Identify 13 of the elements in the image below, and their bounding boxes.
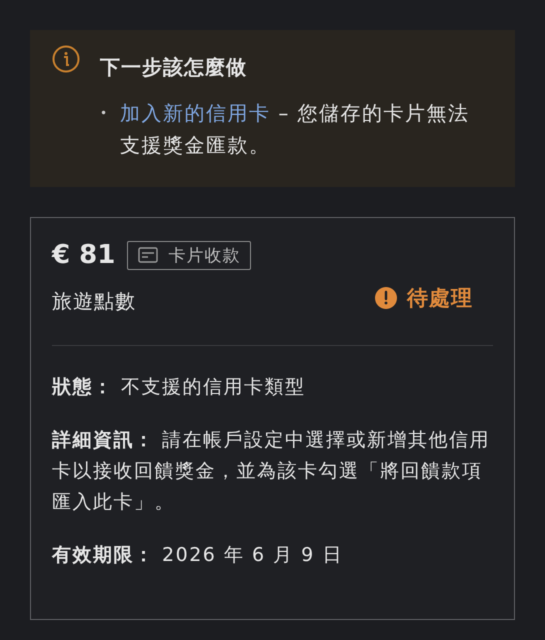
bullet: • bbox=[100, 105, 108, 122]
info-title: 下一步該怎麼做 bbox=[100, 54, 248, 81]
reward-amount: € 81 bbox=[52, 240, 116, 270]
card-icon bbox=[138, 247, 158, 263]
add-card-link[interactable]: 加入新的信用卡 bbox=[120, 101, 270, 125]
reward-name: 旅遊點數 bbox=[52, 288, 137, 315]
detail-text: 狀態： 不支援的信用卡類型 bbox=[52, 375, 307, 400]
status-label: 待處理 bbox=[407, 285, 473, 312]
detail-text: 有效期限： 2026 年 6 月 9 日 bbox=[52, 543, 344, 568]
tag-label: 卡片收款 bbox=[168, 244, 240, 266]
next-step-text: 加入新的信用卡 – 您儲存的卡片無法支援獎金匯款。 bbox=[120, 100, 471, 159]
detail-text: 詳細資訊： 請在帳戶設定中選擇或新增其他信用卡以接收回饋獎金，並為該卡勾選「將回饋款項匯入此卡」。 bbox=[52, 428, 492, 515]
info-icon bbox=[52, 45, 80, 73]
